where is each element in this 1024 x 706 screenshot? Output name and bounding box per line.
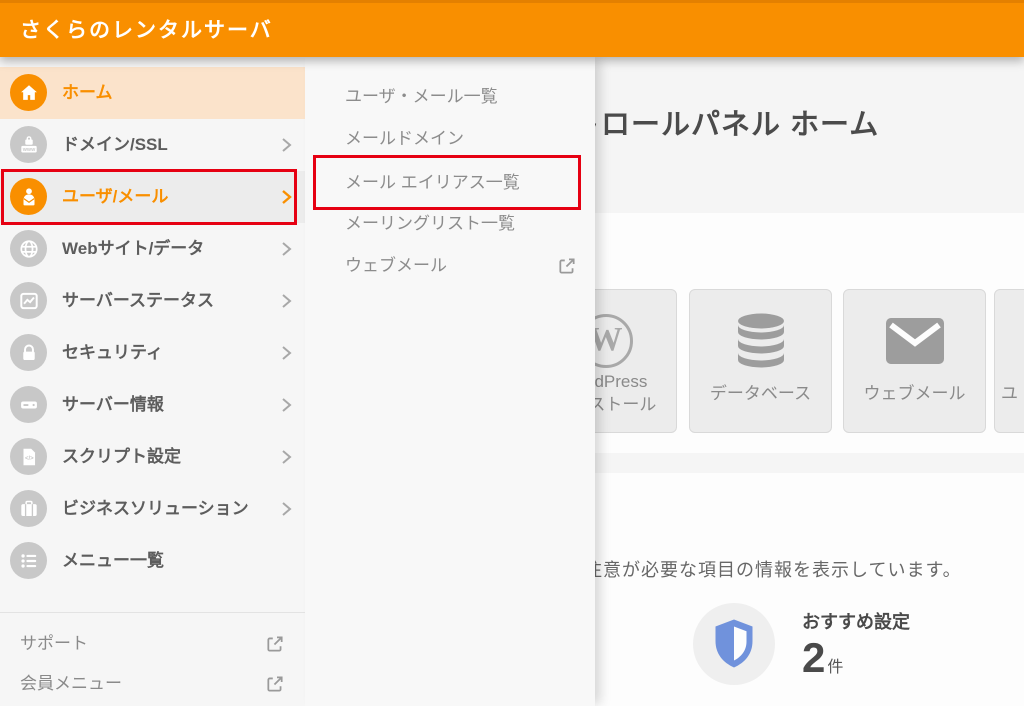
shield-icon bbox=[693, 603, 775, 685]
submenu-item-mail-alias-list[interactable]: メール エイリアス一覧 bbox=[305, 169, 595, 197]
sidebar-item-domain-ssl[interactable]: WWW ドメイン/SSL bbox=[0, 119, 305, 171]
sidebar-link-support[interactable]: サポート bbox=[0, 628, 305, 660]
database-icon bbox=[690, 308, 831, 374]
control-panel-page: コントロールパネル ホーム W WordPress インストール データベース bbox=[0, 0, 1024, 706]
external-link-icon bbox=[265, 674, 285, 694]
sidebar-item-website-data[interactable]: Webサイト/データ bbox=[0, 223, 305, 275]
app-title: さくらのレンタルサーバ bbox=[20, 14, 273, 44]
user-mail-icon bbox=[10, 178, 47, 215]
sidebar-item-server-info[interactable]: サーバー情報 bbox=[0, 379, 305, 431]
user-mail-flyout-menu: ユーザ・メール一覧 メールドメイン メール エイリアス一覧 メーリングリスト一覧… bbox=[305, 57, 595, 706]
business-solution-icon bbox=[10, 490, 47, 527]
count-number: 2 bbox=[802, 634, 825, 681]
tile-label: ウェブメール bbox=[844, 379, 985, 404]
sidebar-divider bbox=[0, 612, 305, 613]
count-unit: 件 bbox=[827, 659, 843, 676]
external-link-icon bbox=[265, 634, 285, 654]
sidebar-item-home[interactable]: ホーム bbox=[0, 67, 305, 119]
sidebar-item-script-settings[interactable]: </> スクリプト設定 bbox=[0, 431, 305, 483]
app-header: さくらのレンタルサーバ bbox=[0, 0, 1024, 57]
chevron-right-icon bbox=[280, 500, 293, 518]
server-info-icon bbox=[10, 386, 47, 423]
menu-list-icon bbox=[10, 542, 47, 579]
svg-text:</>: </> bbox=[25, 456, 34, 462]
submenu-item-mailing-list[interactable]: メーリングリスト一覧 bbox=[305, 210, 595, 238]
chevron-right-icon bbox=[280, 448, 293, 466]
script-settings-icon: </> bbox=[10, 438, 47, 475]
recommend-count: 2件 bbox=[802, 637, 843, 679]
chevron-right-icon bbox=[280, 240, 293, 258]
chevron-right-icon bbox=[280, 136, 293, 154]
recommend-title: おすすめ設定 bbox=[802, 608, 910, 634]
sidebar-link-member-menu[interactable]: 会員メニュー bbox=[0, 668, 305, 700]
sidebar-item-security[interactable]: セキュリティ bbox=[0, 327, 305, 379]
chevron-right-icon bbox=[280, 344, 293, 362]
domain-ssl-icon: WWW bbox=[10, 126, 47, 163]
sidebar-item-menu-list[interactable]: メニュー一覧 bbox=[0, 535, 305, 587]
sidebar: ホーム WWW ドメイン/SSL bbox=[0, 57, 305, 706]
chevron-right-icon bbox=[280, 396, 293, 414]
tile-cutoff[interactable]: ユ bbox=[994, 289, 1024, 433]
chevron-right-icon bbox=[280, 188, 293, 206]
tile-label: データベース bbox=[690, 379, 831, 404]
webmail-icon bbox=[844, 308, 985, 374]
home-icon bbox=[10, 74, 47, 111]
tile-webmail[interactable]: ウェブメール bbox=[843, 289, 986, 433]
sidebar-item-user-mail[interactable]: ユーザ/メール bbox=[0, 171, 305, 223]
tile-label: ユ bbox=[995, 379, 1024, 404]
security-note: 注意が必要な項目の情報を表示しています。 bbox=[584, 556, 962, 582]
submenu-item-webmail[interactable]: ウェブメール bbox=[305, 252, 595, 280]
external-link-icon bbox=[557, 256, 577, 276]
svg-text:WWW: WWW bbox=[22, 146, 35, 151]
server-status-icon bbox=[10, 282, 47, 319]
chevron-right-icon bbox=[280, 292, 293, 310]
tile-database[interactable]: データベース bbox=[689, 289, 832, 433]
submenu-item-user-mail-list[interactable]: ユーザ・メール一覧 bbox=[305, 83, 595, 111]
sidebar-item-server-status[interactable]: サーバーステータス bbox=[0, 275, 305, 327]
website-data-icon bbox=[10, 230, 47, 267]
sidebar-item-business-solution[interactable]: ビジネスソリューション bbox=[0, 483, 305, 535]
security-icon bbox=[10, 334, 47, 371]
submenu-item-mail-domain[interactable]: メールドメイン bbox=[305, 125, 595, 153]
